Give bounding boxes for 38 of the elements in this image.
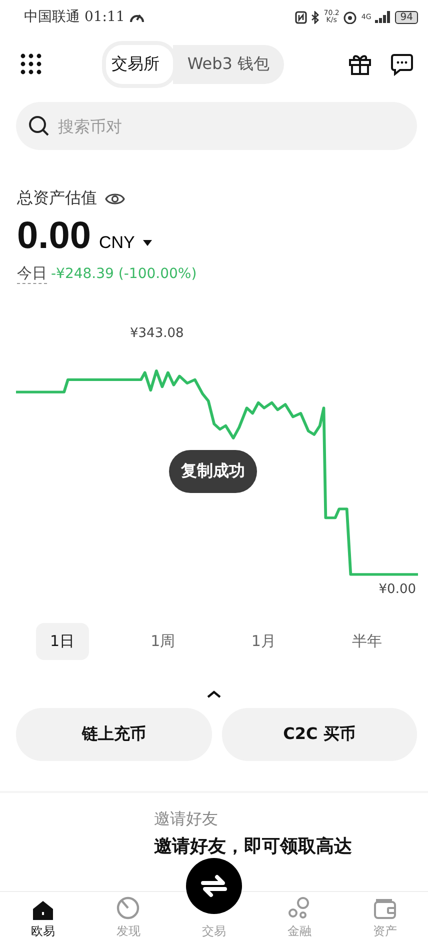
invite-text: 邀请好友，即可领取高达 [154,835,353,858]
wallet-icon [373,898,398,920]
menu-icon[interactable] [20,53,42,75]
nfc-icon [294,10,307,24]
action-button[interactable]: C2C 买币 [222,708,417,761]
chevron-up-icon[interactable] [207,690,221,698]
chat-icon[interactable] [390,52,414,76]
high-label: ¥343.08 [130,326,184,341]
signal-icon [375,11,392,23]
timer-icon [116,896,140,920]
bluetooth-icon [310,10,320,24]
period-tab[interactable]: 1月 [237,623,290,660]
search-icon [28,115,50,137]
eye-icon[interactable] [105,192,125,206]
today-change: -¥248.39 (-100.00%) [51,266,197,282]
today-label: 今日 [17,264,47,284]
period-tab[interactable]: 1周 [136,623,190,660]
carrier-time: 中国联通 01:11 [24,8,125,26]
swap-icon [199,873,229,899]
action-button[interactable]: 链上充币 [16,708,212,761]
gift-icon[interactable] [348,52,372,76]
assets-label: 总资产估值 [17,188,97,209]
low-label: ¥0.00 [378,582,416,597]
total-value: 0.00 [17,215,91,258]
header-tab[interactable]: 交易所 [106,44,174,84]
home-icon [32,900,54,920]
hotspot-icon [343,10,358,24]
search-field[interactable]: 搜索币对 [16,102,417,150]
battery-level: 94 [395,10,418,24]
invite-title: 邀请好友 [154,809,219,830]
period-tab[interactable]: 1日 [36,623,89,660]
caret-icon [142,240,152,246]
period-tab[interactable]: 半年 [338,623,396,660]
header-tab[interactable]: Web3 钱包 [173,44,284,84]
bubbles-icon [288,896,312,920]
currency-dropdown[interactable]: CNY [98,233,152,253]
nav-item[interactable]: 欧易 [0,892,86,946]
toast: 复制成功 [169,450,257,493]
